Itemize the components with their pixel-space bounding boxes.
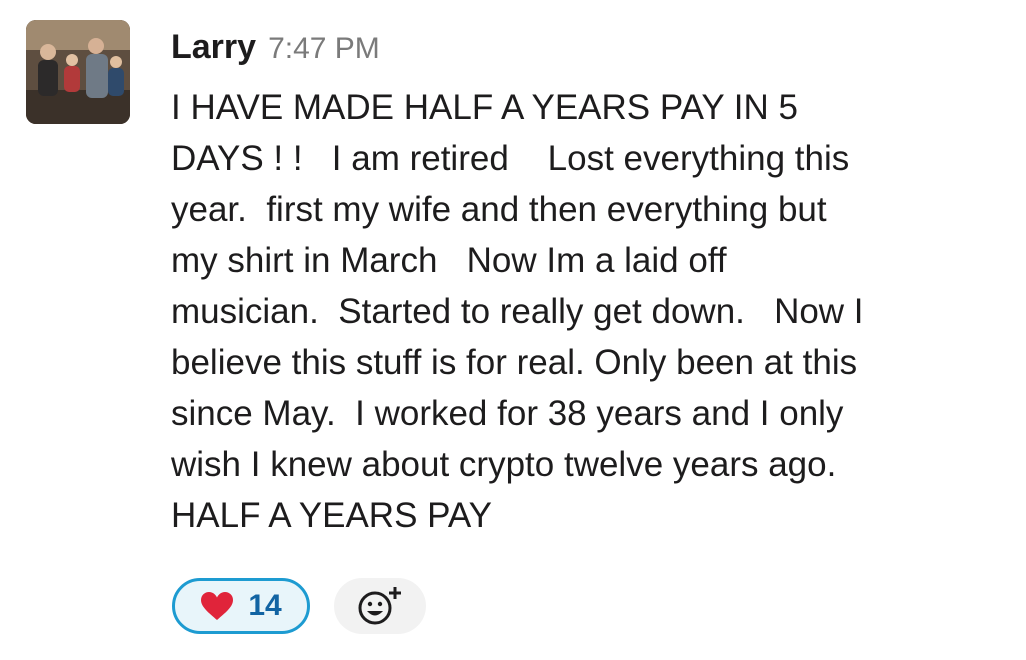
message-line: since May. I worked for 38 years and I o… xyxy=(171,394,844,433)
reaction-count: 14 xyxy=(248,589,282,622)
message-header: Larry 7:47 PM xyxy=(171,28,380,72)
message-line: I HAVE MADE HALF A YEARS PAY IN 5 xyxy=(171,88,798,127)
heart-icon xyxy=(201,592,234,620)
chat-message: Larry 7:47 PM I HAVE MADE HALF A YEARS P… xyxy=(0,0,1026,660)
timestamp[interactable]: 7:47 PM xyxy=(268,32,380,66)
user-photo-avatar-icon xyxy=(26,20,130,124)
message-line: DAYS ! ! I am retired Lost everything th… xyxy=(171,139,850,178)
add-reaction-button[interactable] xyxy=(334,578,426,634)
message-body: I HAVE MADE HALF A YEARS PAY IN 5 DAYS !… xyxy=(171,82,1016,541)
heart-reaction-button[interactable]: 14 xyxy=(172,578,310,634)
message-line: wish I knew about crypto twelve years ag… xyxy=(171,445,837,484)
author-name[interactable]: Larry xyxy=(171,28,256,67)
message-line: year. first my wife and then everything … xyxy=(171,190,827,229)
message-line: my shirt in March Now Im a laid off xyxy=(171,241,727,280)
message-line: musician. Started to really get down. No… xyxy=(171,292,864,331)
avatar[interactable] xyxy=(26,20,130,124)
message-line: believe this stuff is for real. Only bee… xyxy=(171,343,858,382)
add-emoji-icon xyxy=(358,587,401,625)
message-line: HALF A YEARS PAY xyxy=(171,496,492,535)
